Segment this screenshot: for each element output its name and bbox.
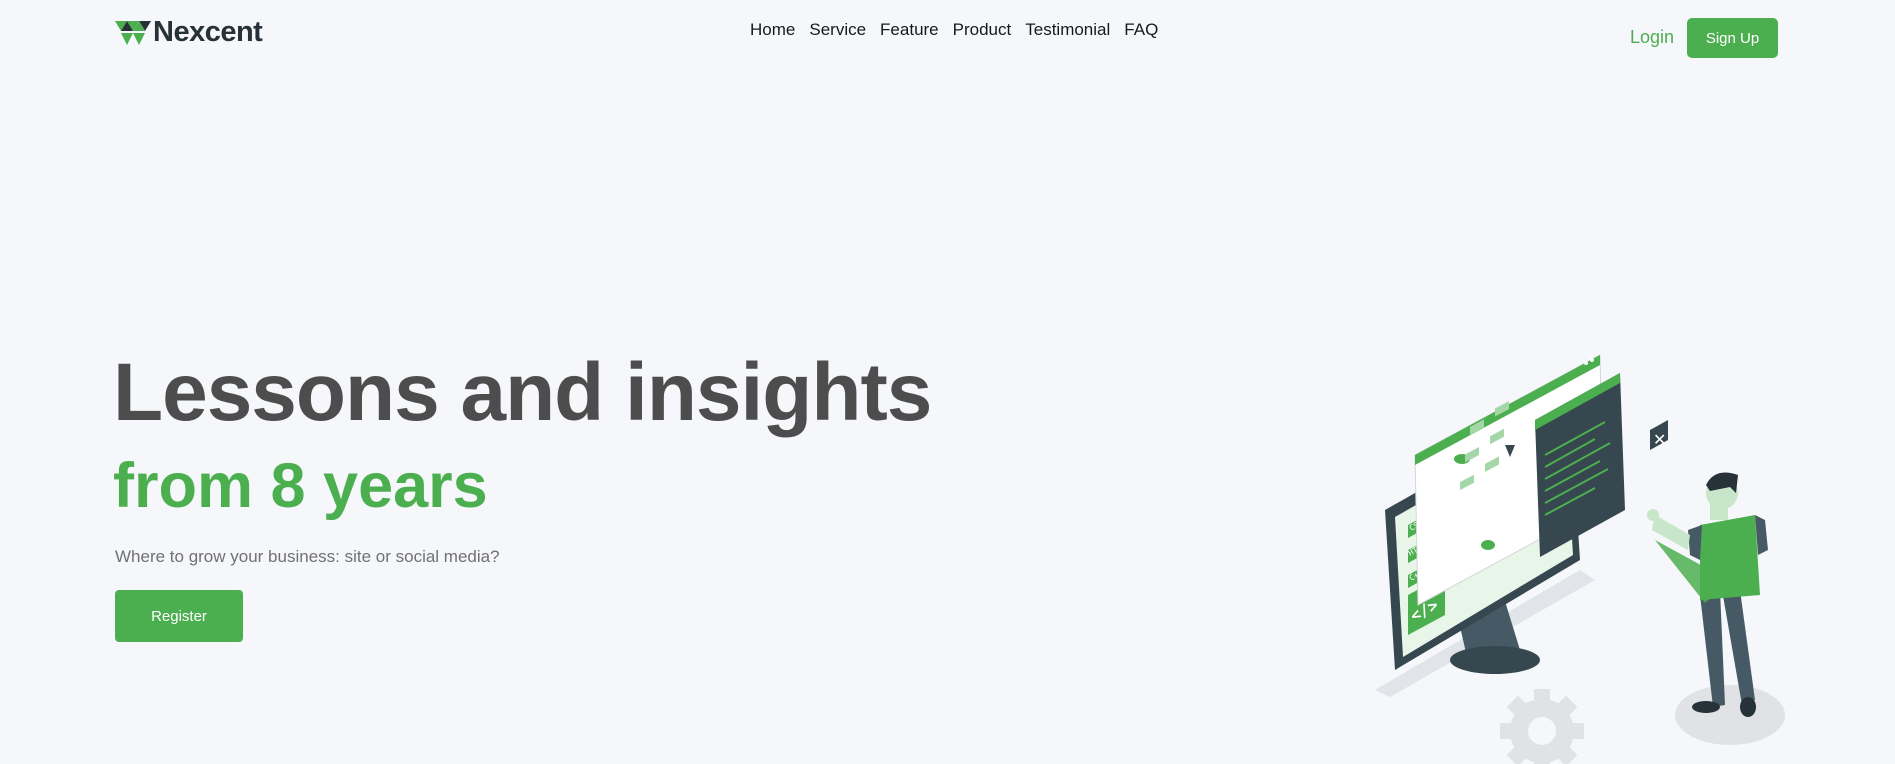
developer-person — [1647, 472, 1785, 745]
nav-item-feature[interactable]: Feature — [880, 20, 939, 40]
site-header: Nexcent Home Service Feature Product Tes… — [0, 0, 1895, 70]
register-button[interactable]: Register — [115, 590, 243, 642]
nav-item-service[interactable]: Service — [809, 20, 866, 40]
logo-triangles-icon — [115, 20, 151, 45]
close-icon: ✕ — [1650, 420, 1668, 450]
nav-item-product[interactable]: Product — [953, 20, 1012, 40]
nav-item-faq[interactable]: FAQ — [1124, 20, 1158, 40]
svg-text:✕: ✕ — [1653, 430, 1666, 449]
signup-button[interactable]: Sign Up — [1687, 18, 1778, 58]
main-nav: Home Service Feature Product Testimonial… — [750, 20, 1172, 40]
nav-item-home[interactable]: Home — [750, 20, 795, 40]
hero-description: Where to grow your business: site or soc… — [115, 547, 500, 566]
monitor-base — [1450, 646, 1540, 674]
developer-illustration: CSS HTML C++ </> — [1375, 354, 1785, 764]
login-link[interactable]: Login — [1630, 27, 1674, 48]
nav-item-testimonial[interactable]: Testimonial — [1025, 20, 1110, 40]
brand-name: Nexcent — [153, 16, 263, 48]
gear-icon — [1500, 689, 1584, 764]
hero-title: Lessons and insights — [113, 347, 932, 438]
hero-subtitle: from 8 years — [113, 451, 488, 521]
landing-page: Nexcent Home Service Feature Product Tes… — [0, 0, 1895, 764]
brand-logo[interactable]: Nexcent — [115, 16, 263, 49]
